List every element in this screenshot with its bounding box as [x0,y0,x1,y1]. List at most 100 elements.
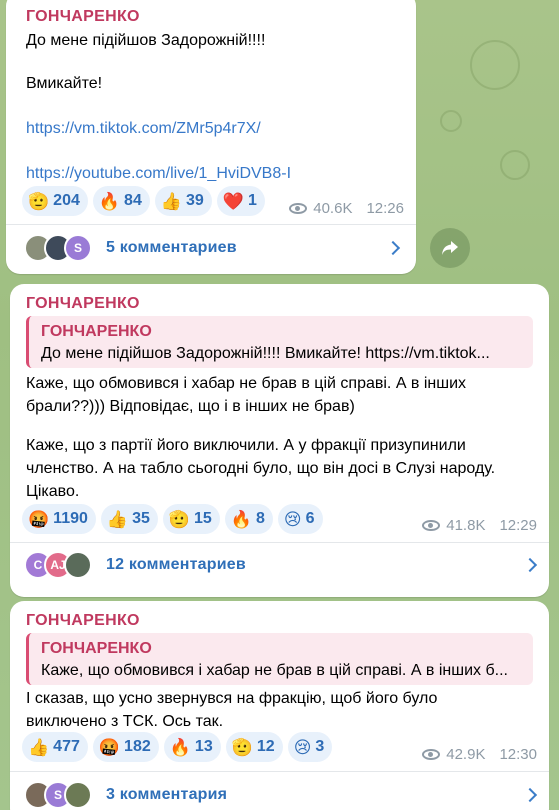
reaction-thumbs-up[interactable]: 👍 35 [100,504,158,534]
comments-row[interactable]: C AJ 12 комментариев [24,551,538,579]
reaction-thumbs-up[interactable]: 👍 477 [22,732,88,762]
reaction-count: 6 [305,510,315,527]
reaction-salute[interactable]: 🫡 12 [225,732,283,762]
post-time: 12:29 [499,517,537,534]
post-text-line: Каже, що з партії його виключили. А у фр… [26,437,466,454]
chevron-right-icon [522,557,538,573]
quote-author: ГОНЧАРЕНКО [41,640,152,657]
views-icon [422,520,441,531]
quote-text: Каже, що обмовився і хабар не брав в цій… [41,662,508,679]
thumbs-up-icon: 👍 [106,509,129,529]
channel-post: ГОНЧАРЕНКО ГОНЧАРЕНКО До мене підійшов З… [10,284,549,597]
reaction-fire[interactable]: 🔥 84 [92,186,150,216]
reaction-count: 477 [53,738,80,755]
post-meta: 42.9K 12:30 [422,746,537,763]
reactions-bar: 👍 477 🤬 182 🔥 13 🫡 12 😢 3 [22,732,333,762]
avatar: S [64,234,92,262]
post-text-line: До мене підійшов Задорожній!!!! [26,32,266,49]
post-author[interactable]: ГОНЧАРЕНКО [26,612,140,630]
views-count: 40.6K [313,200,353,217]
post-author[interactable]: ГОНЧАРЕНКО [26,8,140,26]
divider [10,771,549,772]
salute-icon: 🫡 [168,509,191,529]
divider [10,542,549,543]
post-text-line: Каже, що обмовився і хабар не брав в цій… [26,375,467,392]
chevron-right-icon [385,240,401,256]
post-author[interactable]: ГОНЧАРЕНКО [26,295,140,313]
post-meta: 40.6K 12:26 [289,200,404,217]
heart-icon: ❤️ [222,191,244,211]
thumbs-up-icon: 👍 [28,737,50,757]
views-icon [289,203,308,214]
commenter-avatars: S [24,234,92,262]
quote-author: ГОНЧАРЕНКО [41,323,152,340]
share-icon [442,241,458,255]
reaction-count: 8 [256,510,265,527]
angry-face-icon: 🤬 [98,737,121,757]
reaction-count: 12 [256,738,275,755]
reaction-angry[interactable]: 🤬 182 [92,732,159,762]
comments-link[interactable]: 5 комментариев [106,239,237,257]
reaction-salute[interactable]: 🫡 15 [162,504,220,534]
fire-icon: 🔥 [230,509,252,529]
reaction-fire[interactable]: 🔥 13 [163,732,221,762]
chevron-right-icon [522,787,538,803]
youtube-link[interactable]: https://youtube.com/live/1_HviDVB8-I [26,162,291,185]
background-doodle [500,150,530,180]
post-text-line: членство. А на табло сьогодні було, що в… [26,460,496,477]
comments-link[interactable]: 3 комментария [106,786,227,804]
reaction-count: 39 [186,192,204,209]
fire-icon: 🔥 [98,191,121,211]
crying-face-icon: 😢 [283,509,302,529]
avatar [64,551,92,579]
post-time: 12:30 [499,746,537,763]
reactions-bar: 🤬 1190 👍 35 🫡 15 🔥 8 😢 6 [22,504,323,534]
background-doodle [470,40,520,90]
fire-icon: 🔥 [169,737,191,757]
crying-face-icon: 😢 [293,737,312,757]
reaction-count: 35 [132,510,150,527]
thumbs-up-icon: 👍 [160,191,183,211]
views-icon [422,749,441,760]
reply-quote[interactable]: ГОНЧАРЕНКО Каже, що обмовився і хабар не… [26,633,533,685]
salute-icon: 🫡 [28,191,50,211]
divider [6,224,416,225]
avatar [64,781,92,809]
share-button[interactable] [430,228,470,268]
reaction-count: 1 [247,192,257,209]
post-text-line: Цікаво. [26,483,80,500]
reaction-count: 1190 [53,510,88,527]
angry-face-icon: 🤬 [28,509,50,529]
commenter-avatars: C AJ [24,551,92,579]
views-count: 42.9K [446,746,486,763]
post-text-line: виключено з ТСК. Ось так. [26,713,224,730]
reaction-salute[interactable]: 🫡 204 [22,186,88,216]
reaction-count: 204 [53,192,80,209]
reaction-heart[interactable]: ❤️ 1 [216,186,265,216]
reaction-angry[interactable]: 🤬 1190 [22,504,96,534]
reaction-count: 182 [124,738,151,755]
post-time: 12:26 [366,200,404,217]
channel-post: ГОНЧАРЕНКО ГОНЧАРЕНКО Каже, що обмовився… [10,601,549,810]
reply-quote[interactable]: ГОНЧАРЕНКО До мене підійшов Задорожній!!… [26,316,533,368]
comments-link[interactable]: 12 комментариев [106,556,246,574]
reaction-count: 84 [124,192,142,209]
tiktok-link[interactable]: https://vm.tiktok.com/ZMr5p4r7X/ [26,117,261,140]
reaction-crying[interactable]: 😢 6 [277,504,323,534]
reaction-crying[interactable]: 😢 3 [287,732,333,762]
background-doodle [440,110,462,132]
salute-icon: 🫡 [231,737,253,757]
channel-post: ГОНЧАРЕНКО До мене підійшов Задорожній!!… [6,0,416,274]
post-meta: 41.8K 12:29 [422,517,537,534]
reaction-count: 3 [315,738,325,755]
reaction-count: 15 [194,510,212,527]
comments-row[interactable]: S 5 комментариев [24,234,401,262]
post-text-line: Вмикайте! [26,75,103,92]
reaction-thumbs-up[interactable]: 👍 39 [154,186,212,216]
post-text-line: І сказав, що усно звернувся на фракцію, … [26,690,438,707]
reaction-fire[interactable]: 🔥 8 [224,504,273,534]
quote-text: До мене підійшов Задорожній!!!! Вмикайте… [41,345,490,362]
reactions-bar: 🫡 204 🔥 84 👍 39 ❤️ 1 [22,186,265,216]
comments-row[interactable]: S 3 комментария [24,781,538,809]
reaction-count: 13 [194,738,213,755]
